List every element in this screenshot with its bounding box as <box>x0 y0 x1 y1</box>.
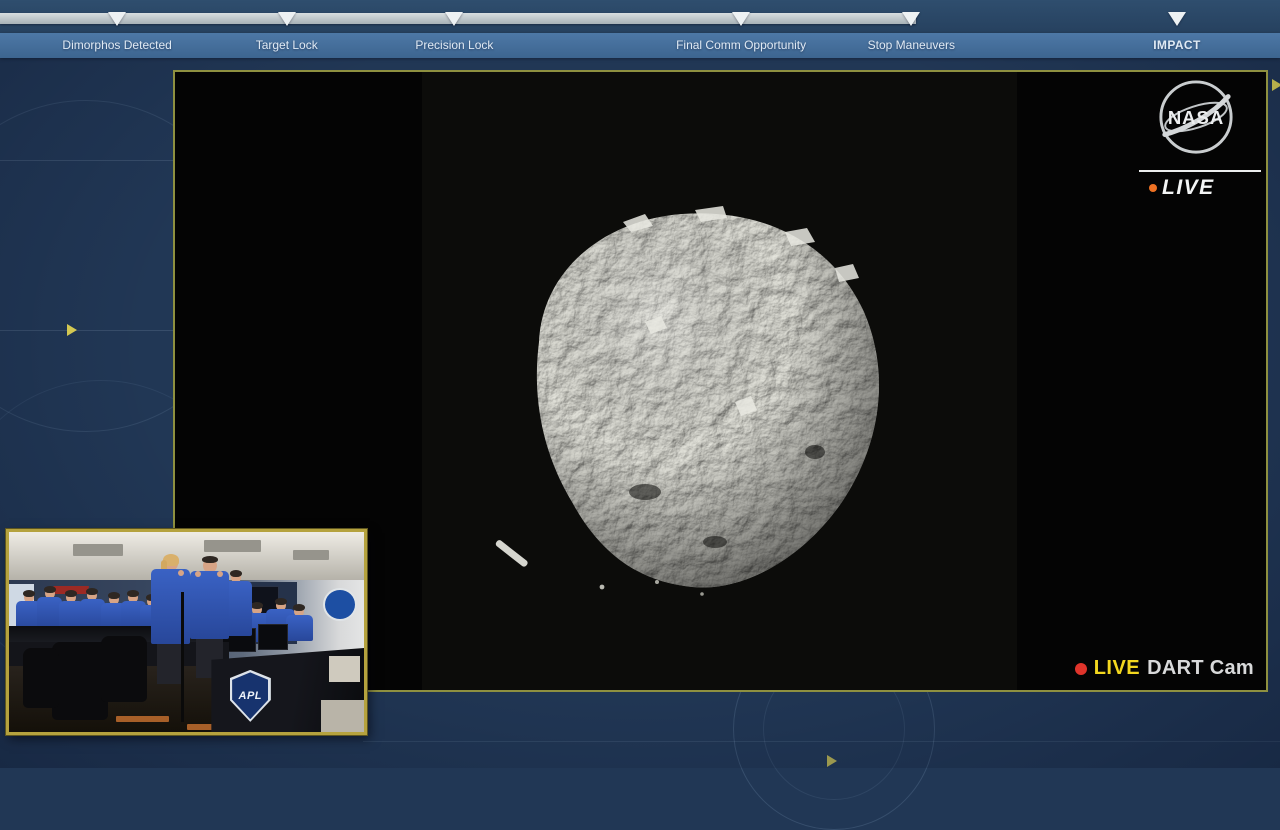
bright-floor-patch <box>321 700 364 732</box>
ceiling-vent <box>293 550 329 560</box>
milestone-marker-icon <box>108 12 127 26</box>
platform-edge <box>115 716 169 722</box>
milestone-label-precision-lock: Precision Lock <box>415 38 494 52</box>
mission-control-pip: APL <box>6 529 367 735</box>
decor-arrow-icon <box>67 324 77 336</box>
live-label: LIVE <box>1162 176 1215 199</box>
ceiling-vent <box>72 544 123 556</box>
office-chair <box>23 648 59 708</box>
camera-caption: LIVE DART Cam <box>1074 657 1254 680</box>
decor-line <box>0 330 173 331</box>
milestone-label-stop-maneuvers: Stop Maneuvers <box>867 38 956 52</box>
milestone-marker-icon <box>277 12 296 26</box>
milestone-marker-icon <box>445 12 464 26</box>
milestone-label-target-lock: Target Lock <box>255 38 318 52</box>
milestone-label-impact: IMPACT <box>1153 38 1201 52</box>
mic-stand <box>180 592 185 722</box>
apl-shield-logo: APL <box>229 669 271 722</box>
nasa-live-bug: NASA LIVE <box>1139 78 1263 199</box>
equipment-box <box>328 656 361 682</box>
person <box>285 604 313 654</box>
office-chair <box>101 636 148 702</box>
apl-shield-text: APL <box>238 689 262 702</box>
caption-camera-label: DART Cam <box>1147 657 1254 679</box>
desk-monitor <box>257 624 288 650</box>
milestone-marker-icon <box>902 12 921 26</box>
record-dot-icon <box>1074 662 1087 675</box>
milestone-label-final-comm: Final Comm Opportunity <box>676 38 807 52</box>
office-chair <box>51 642 109 720</box>
nasa-logo-icon: NASA <box>1159 80 1233 154</box>
milestone-label-dimorphos-detected: Dimorphos Detected <box>62 38 172 52</box>
mission-control-scene: APL <box>9 532 364 732</box>
milestone-marker-icon <box>732 12 751 26</box>
nasa-logo-text: NASA <box>1168 107 1224 128</box>
live-dot-icon <box>1149 184 1157 192</box>
milestone-marker-icon <box>1167 12 1186 26</box>
decor-arrow-icon <box>827 755 837 767</box>
decor-line <box>363 741 1280 742</box>
ceiling-vent <box>204 540 262 552</box>
nasa-bug-divider <box>1139 170 1261 172</box>
caption-live-label: LIVE <box>1093 657 1141 679</box>
decor-line <box>0 160 173 161</box>
decor-arrow-icon <box>1272 79 1280 91</box>
milestone-label-band <box>0 33 1280 58</box>
mission-timeline: Dimorphos Detected Target Lock Precision… <box>0 0 1280 58</box>
nasa-meatball-wall-logo <box>323 588 357 621</box>
